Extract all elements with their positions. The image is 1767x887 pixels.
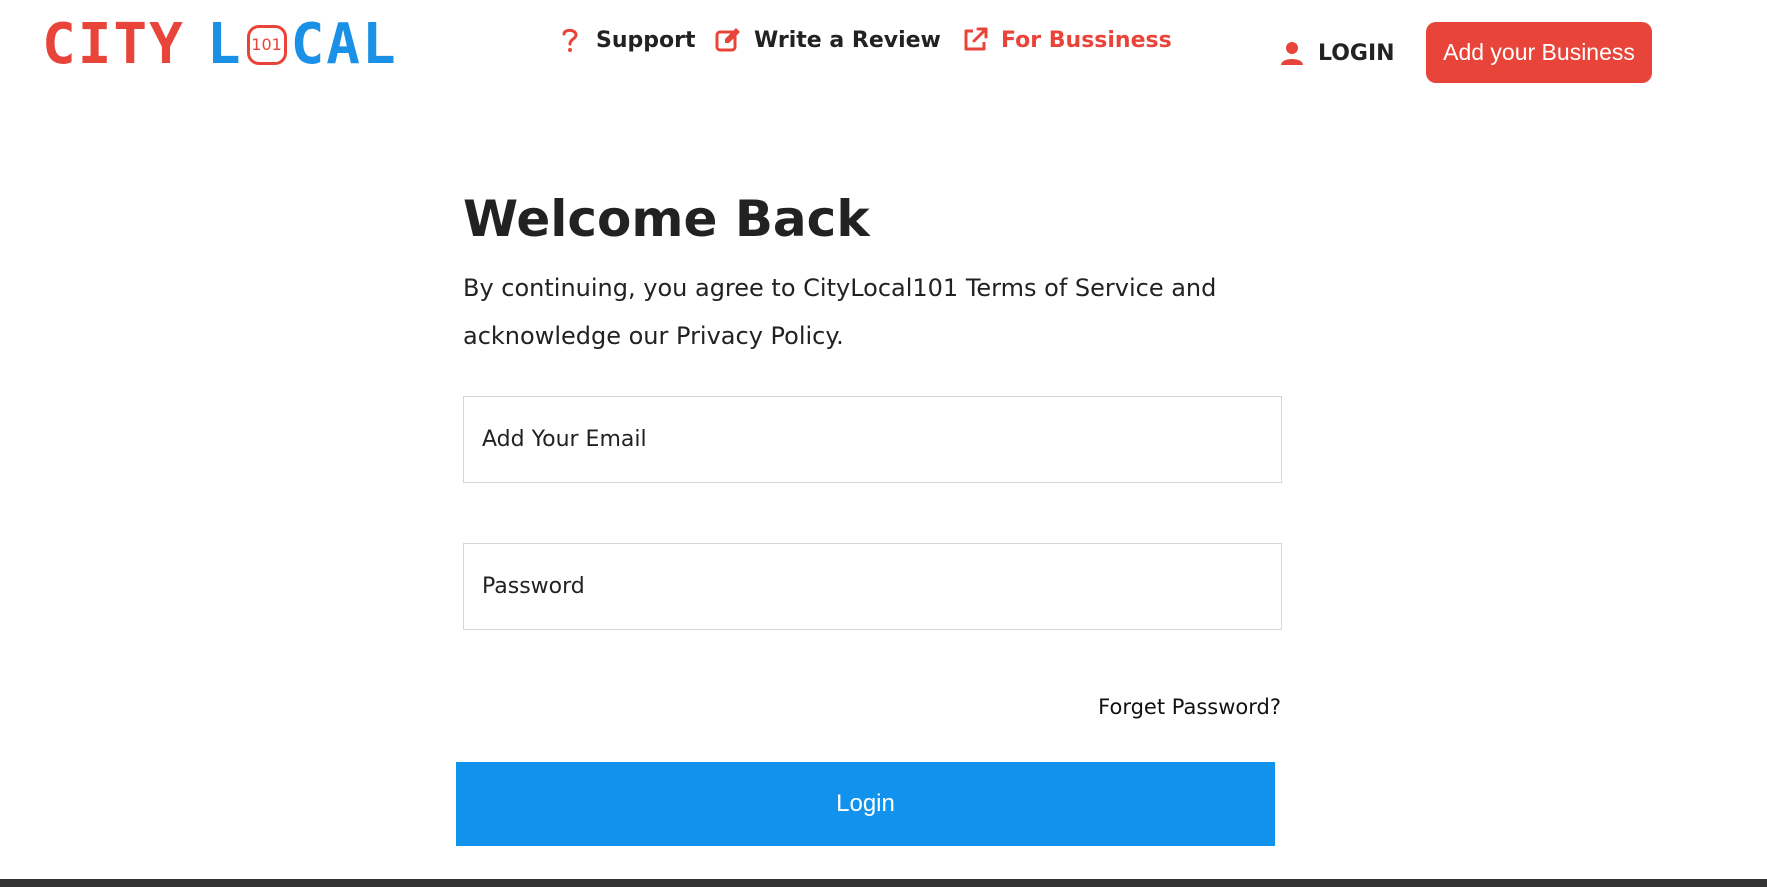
nav-support-link[interactable]: Support — [556, 20, 695, 60]
nav-write-review-link[interactable]: Write a Review — [714, 20, 941, 60]
nav-login-label: LOGIN — [1318, 40, 1395, 66]
external-link-icon — [961, 26, 989, 54]
nav-for-business-link[interactable]: For Bussiness — [961, 20, 1172, 60]
logo-local-rest: CAL — [290, 12, 398, 77]
terms-notice: By continuing, you agree to CityLocal101… — [463, 274, 1217, 350]
edit-icon — [714, 26, 742, 54]
footer-strip — [0, 879, 1767, 887]
logo-101-badge: 101 — [246, 25, 287, 65]
logo-city-text: CITY — [42, 12, 185, 77]
add-business-button[interactable]: Add your Business — [1426, 22, 1652, 83]
password-field[interactable] — [463, 543, 1282, 630]
nav-business-label: For Bussiness — [1001, 27, 1172, 53]
question-icon — [556, 26, 584, 54]
user-icon — [1278, 39, 1306, 67]
forget-password-link[interactable]: Forget Password? — [1098, 695, 1281, 719]
site-logo[interactable]: CITY L 101 CAL — [42, 12, 502, 77]
page-title: Welcome Back — [463, 190, 870, 248]
login-button[interactable]: Login — [456, 762, 1275, 846]
nav-login-link[interactable]: LOGIN — [1278, 33, 1395, 73]
email-field[interactable] — [463, 396, 1282, 483]
logo-local-l: L — [206, 12, 243, 77]
nav-support-label: Support — [596, 27, 696, 53]
nav-review-label: Write a Review — [754, 27, 941, 53]
